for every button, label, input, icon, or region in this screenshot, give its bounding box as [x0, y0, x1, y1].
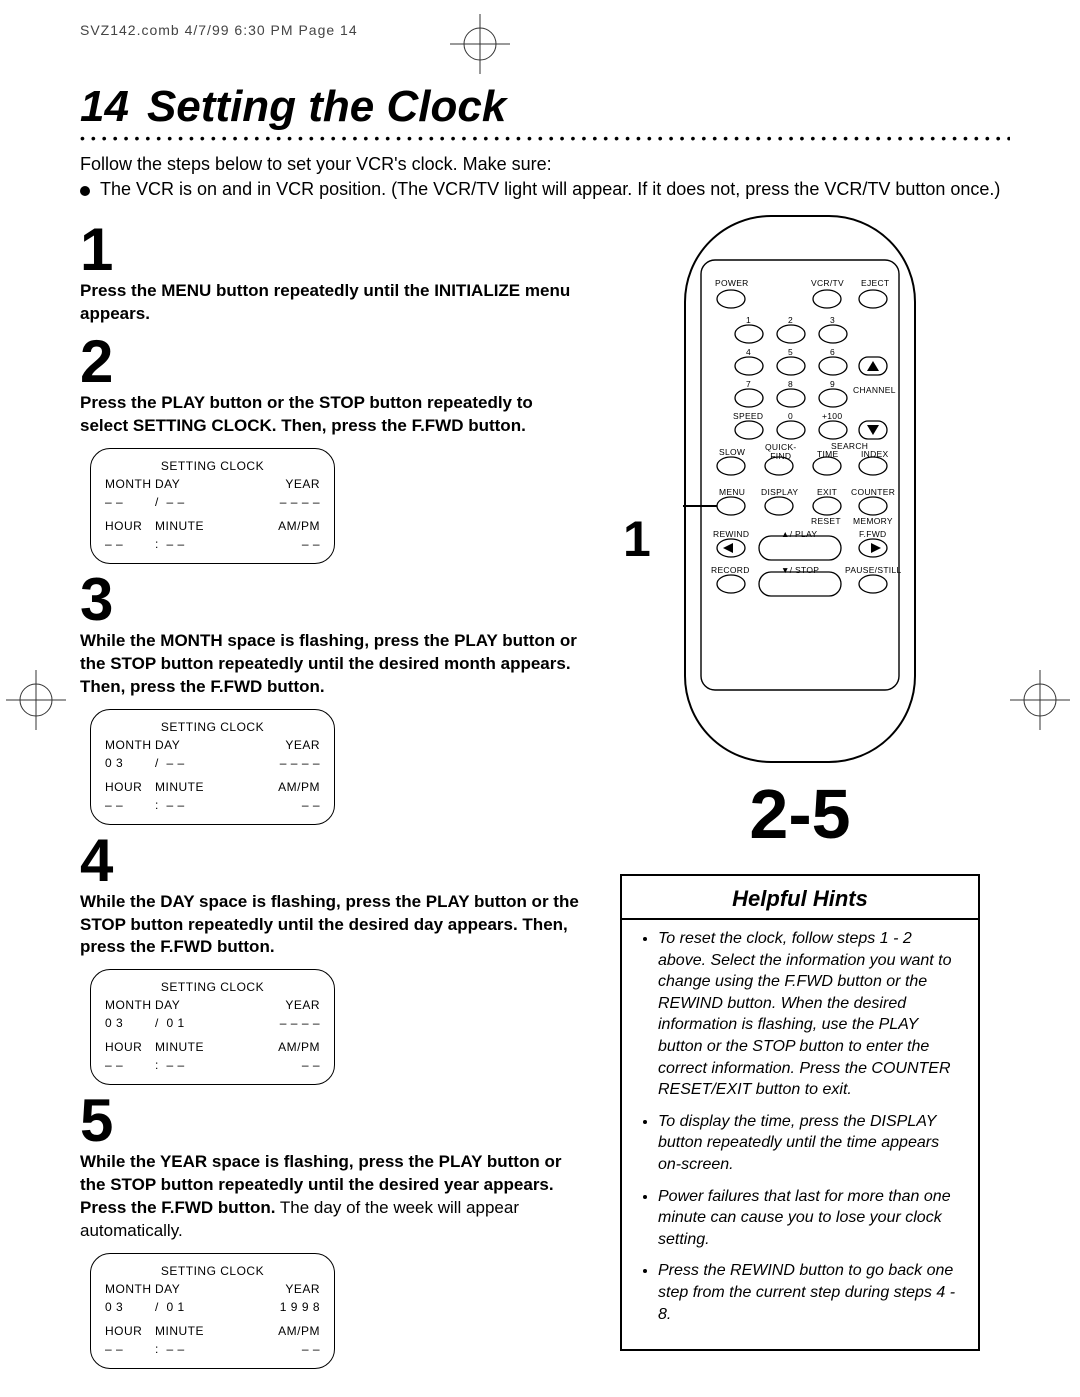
hint-item: To display the time, press the DISPLAY b…: [658, 1111, 962, 1176]
label-stop: ▼/ STOP: [781, 565, 819, 575]
label-pause: PAUSE/STILL: [845, 565, 902, 575]
label-7: 7: [746, 379, 751, 389]
label-8: 8: [788, 379, 793, 389]
label-power: POWER: [715, 278, 749, 288]
osd-screen-2: SETTING CLOCK MONTHDAYYEAR – –/ – –– – –…: [90, 448, 335, 564]
cropmark-left: [6, 670, 66, 730]
label-9: 9: [830, 379, 835, 389]
label-eject: EJECT: [861, 278, 889, 288]
hint-item: Press the REWIND button to go back one s…: [658, 1260, 962, 1325]
bullet-dot-icon: [80, 186, 90, 196]
label-ffwd: F.FWD: [859, 529, 886, 539]
prepress-slug: SVZ142.comb 4/7/99 6:30 PM Page 14: [80, 22, 1010, 38]
hint-item: Power failures that last for more than o…: [658, 1186, 962, 1251]
label-time: TIME: [817, 449, 839, 459]
hints-title: Helpful Hints: [622, 886, 978, 920]
step-5-text: While the YEAR space is flashing, press …: [80, 1151, 580, 1243]
callout-steps-2-5: 2-5: [620, 774, 980, 854]
step-4-number: 4: [80, 831, 580, 891]
label-2: 2: [788, 315, 793, 325]
cropmark-top: [450, 14, 510, 74]
hint-item: To reset the clock, follow steps 1 - 2 a…: [658, 928, 962, 1101]
step-1-number: 1: [80, 220, 580, 280]
label-6: 6: [830, 347, 835, 357]
step-3-number: 3: [80, 570, 580, 630]
step-2-text: Press the PLAY button or the STOP button…: [80, 392, 580, 438]
page-title: Setting the Clock: [147, 82, 506, 132]
label-memory: MEMORY: [853, 516, 893, 526]
label-5: 5: [788, 347, 793, 357]
label-slow: SLOW: [719, 447, 745, 457]
intro-bullet: The VCR is on and in VCR position. (The …: [100, 179, 1000, 200]
label-play: ▲/ PLAY: [781, 529, 817, 539]
label-record: RECORD: [711, 565, 750, 575]
label-quickfind: QUICK- FIND: [765, 443, 797, 460]
remote-diagram: 1: [683, 214, 917, 764]
label-plus100: +100: [822, 411, 842, 421]
osd-screen-4: SETTING CLOCK MONTHDAYYEAR 0 3/ 0 1– – –…: [90, 969, 335, 1085]
intro-text: Follow the steps below to set your VCR's…: [80, 154, 1010, 175]
label-exit: EXIT: [817, 487, 837, 497]
callout-step-1: 1: [623, 510, 651, 568]
label-rewind: REWIND: [713, 529, 749, 539]
dotted-rule: ••••••••••••••••••••••••••••••••••••••••…: [80, 130, 1010, 146]
label-index: INDEX: [861, 449, 888, 459]
label-0: 0: [788, 411, 793, 421]
page-number-heading: 14: [80, 82, 129, 132]
label-vcrtv: VCR/TV: [811, 278, 844, 288]
label-channel: CHANNEL: [853, 385, 896, 395]
step-1-text: Press the MENU button repeatedly until t…: [80, 280, 580, 326]
label-menu: MENU: [719, 487, 745, 497]
label-4: 4: [746, 347, 751, 357]
step-2-number: 2: [80, 332, 580, 392]
osd-screen-5: SETTING CLOCK MONTHDAYYEAR 0 3/ 0 11 9 9…: [90, 1253, 335, 1369]
label-display: DISPLAY: [761, 487, 798, 497]
step-3-text: While the MONTH space is flashing, press…: [80, 630, 580, 699]
cropmark-right: [1010, 670, 1070, 730]
label-1: 1: [746, 315, 751, 325]
label-counter: COUNTER: [851, 487, 895, 497]
label-reset: RESET: [811, 516, 841, 526]
label-3: 3: [830, 315, 835, 325]
label-speed: SPEED: [733, 411, 763, 421]
step-5-number: 5: [80, 1091, 580, 1151]
helpful-hints-box: Helpful Hints To reset the clock, follow…: [620, 874, 980, 1351]
step-4-text: While the DAY space is flashing, press t…: [80, 891, 580, 960]
osd-screen-3: SETTING CLOCK MONTHDAYYEAR 0 3/ – –– – –…: [90, 709, 335, 825]
